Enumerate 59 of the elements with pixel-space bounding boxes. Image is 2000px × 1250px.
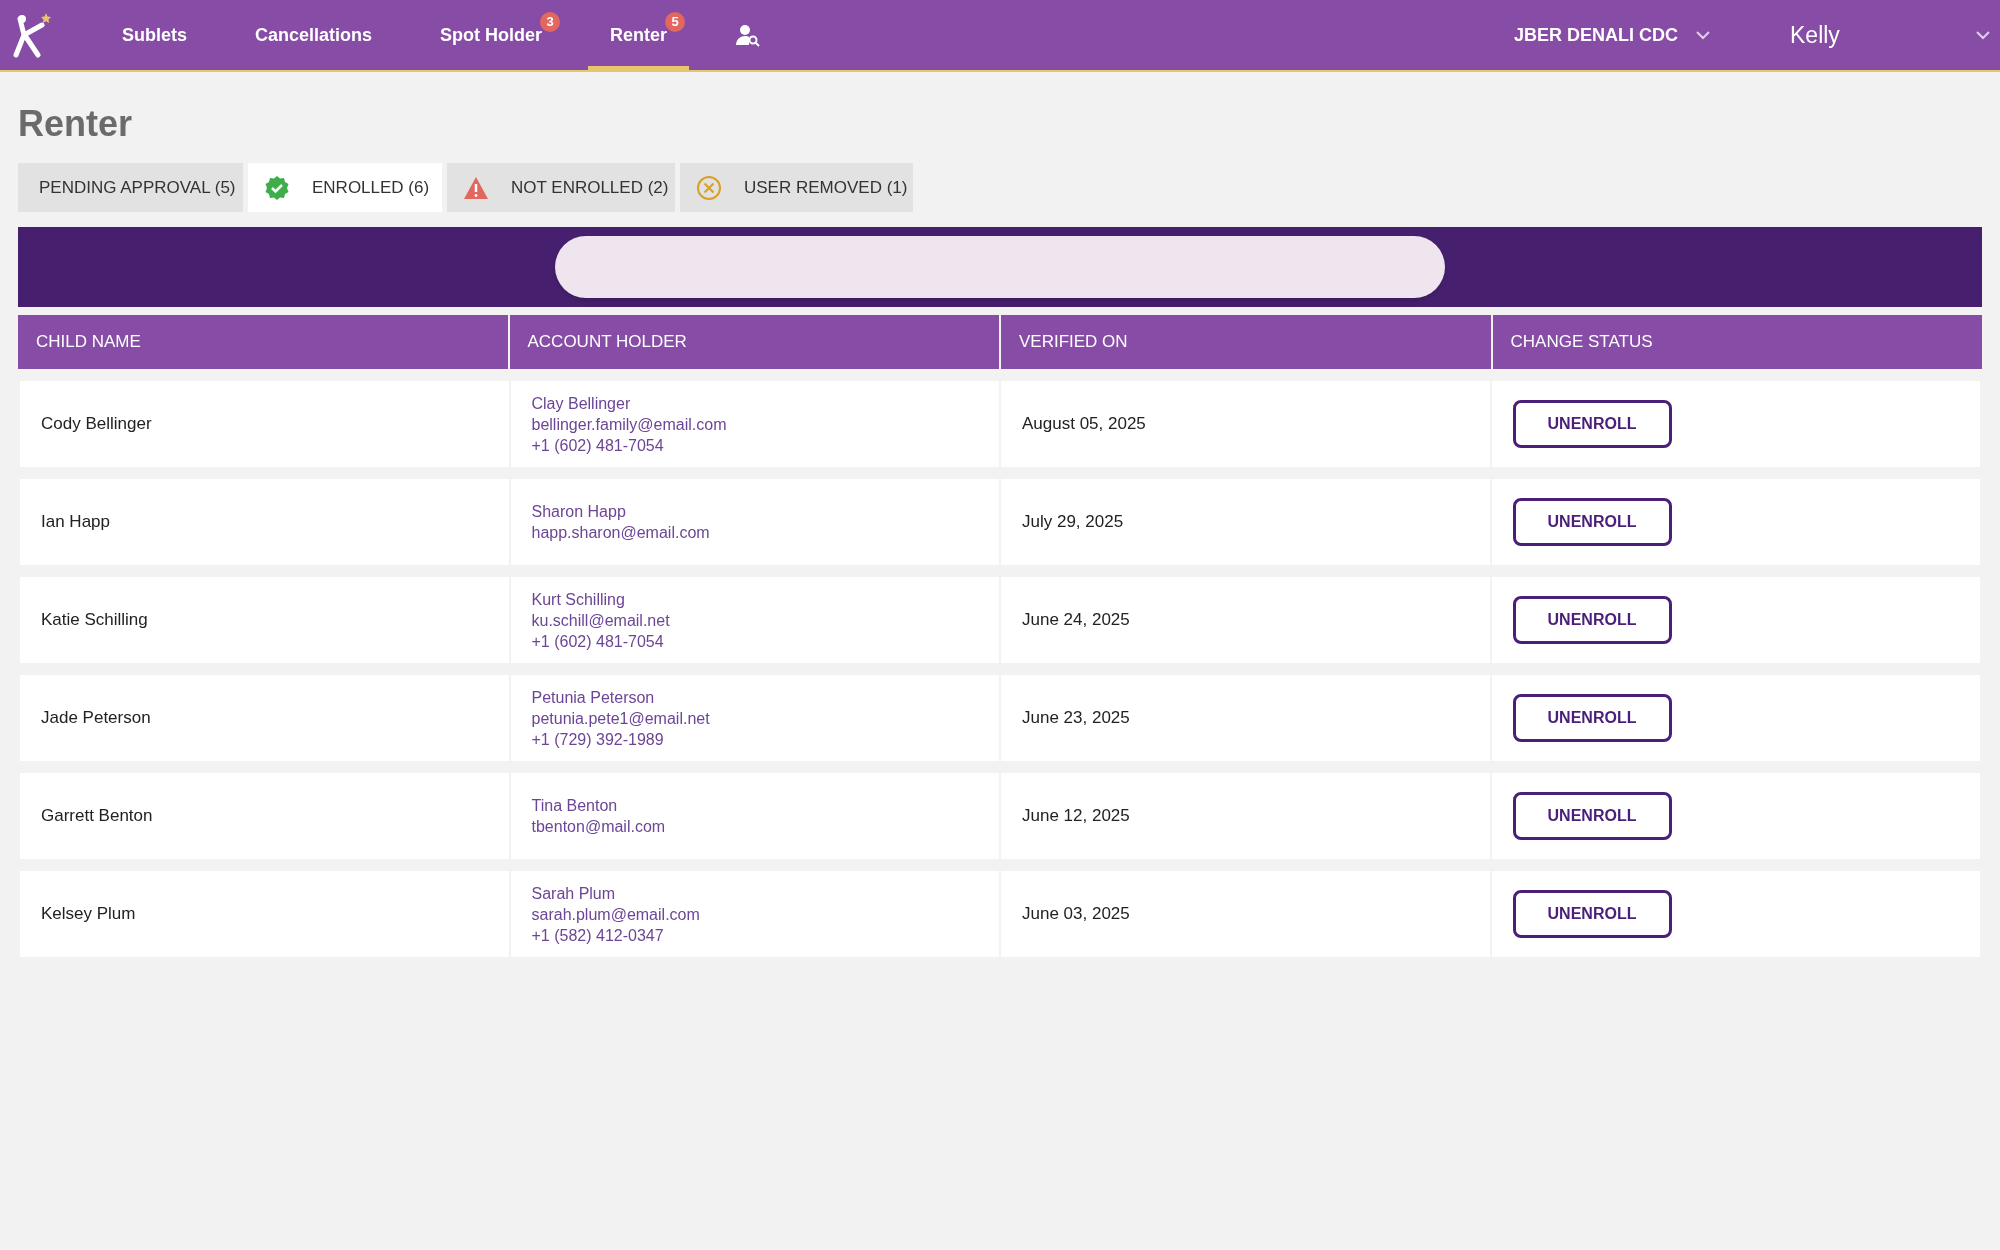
cancel-circle-icon	[696, 174, 722, 201]
column-header: ACCOUNT HOLDER	[509, 315, 999, 370]
account-holder-detail: +1 (602) 481-7054	[531, 631, 664, 652]
column-header: VERIFIED ON	[1001, 315, 1491, 370]
user-search-icon[interactable]	[735, 23, 762, 47]
account-holder-detail: Clay Bellinger	[531, 393, 631, 414]
account-holder-detail: +1 (729) 392-1989	[531, 729, 664, 750]
notification-badge: 3	[540, 12, 561, 32]
column-header: CHILD NAME	[18, 315, 508, 370]
verified-date-cell: June 03, 2025	[1001, 871, 1490, 958]
account-holder-detail: Kurt Schilling	[531, 589, 625, 610]
status-tab[interactable]: NOT ENROLLED (2)	[447, 163, 675, 213]
account-holder-detail: happ.sharon@email.com	[531, 523, 710, 544]
account-holder-detail: ku.schill@email.net	[531, 610, 670, 631]
account-holder-detail: Sharon Happ	[531, 502, 626, 523]
account-holder-detail: +1 (582) 412-0347	[531, 925, 664, 946]
unenroll-button[interactable]: UNENROLL	[1512, 890, 1672, 939]
unenroll-button[interactable]: UNENROLL	[1512, 498, 1672, 547]
warning-icon	[463, 175, 489, 200]
chevron-down-icon	[1976, 30, 1990, 40]
account-holder-detail: bellinger.family@email.com	[531, 414, 727, 435]
notification-badge: 5	[665, 12, 686, 32]
status-tab[interactable]: USER REMOVED (1)	[680, 163, 913, 213]
verified-date-cell: June 12, 2025	[1001, 773, 1490, 860]
status-tab[interactable]: ENROLLED (6)	[248, 163, 442, 213]
verified-date-cell: July 29, 2025	[1001, 479, 1490, 566]
status-tab[interactable]: PENDING APPROVAL (5)	[18, 163, 243, 213]
child-name-cell: Jade Peterson	[20, 675, 509, 762]
account-holder-detail: +1 (602) 481-7054	[531, 435, 664, 456]
check-badge-icon	[264, 174, 290, 201]
child-name-cell: Katie Schilling	[20, 577, 509, 664]
location-dropdown[interactable]: JBER DENALI CDC	[1514, 21, 1710, 49]
column-header: CHANGE STATUS	[1492, 315, 1982, 370]
account-holder-detail: Petunia Peterson	[531, 687, 655, 708]
logo-icon[interactable]	[12, 11, 52, 59]
unenroll-button[interactable]: UNENROLL	[1512, 400, 1672, 449]
unenroll-button[interactable]: UNENROLL	[1512, 694, 1672, 743]
account-holder-detail: sarah.plum@email.com	[531, 904, 700, 925]
child-name-cell: Ian Happ	[20, 479, 509, 566]
verified-date-cell: June 24, 2025	[1001, 577, 1490, 664]
unenroll-button[interactable]: UNENROLL	[1512, 596, 1672, 645]
verified-date-cell: August 05, 2025	[1001, 381, 1490, 468]
nav-tab[interactable]: Spot Holder 3	[418, 0, 565, 70]
search-field[interactable]	[555, 236, 1445, 299]
account-holder-detail: Sarah Plum	[531, 883, 616, 904]
child-name-cell: Kelsey Plum	[20, 871, 509, 958]
chevron-down-icon	[1696, 30, 1710, 40]
page-title: Renter	[18, 102, 134, 146]
child-name-cell: Garrett Benton	[20, 773, 509, 860]
user-menu-dropdown[interactable]: Kelly	[1790, 17, 1990, 53]
account-holder-detail: petunia.pete1@email.net	[531, 708, 710, 729]
nav-tab[interactable]: Sublets	[100, 0, 209, 70]
nav-tab[interactable]: Cancellations	[233, 0, 395, 70]
account-holder-detail: Tina Benton	[531, 796, 618, 817]
account-holder-detail: tbenton@mail.com	[531, 817, 666, 838]
nav-tab[interactable]: Renter 5	[588, 0, 690, 70]
verified-date-cell: June 23, 2025	[1001, 675, 1490, 762]
unenroll-button[interactable]: UNENROLL	[1512, 792, 1672, 841]
child-name-cell: Cody Bellinger	[20, 381, 509, 468]
